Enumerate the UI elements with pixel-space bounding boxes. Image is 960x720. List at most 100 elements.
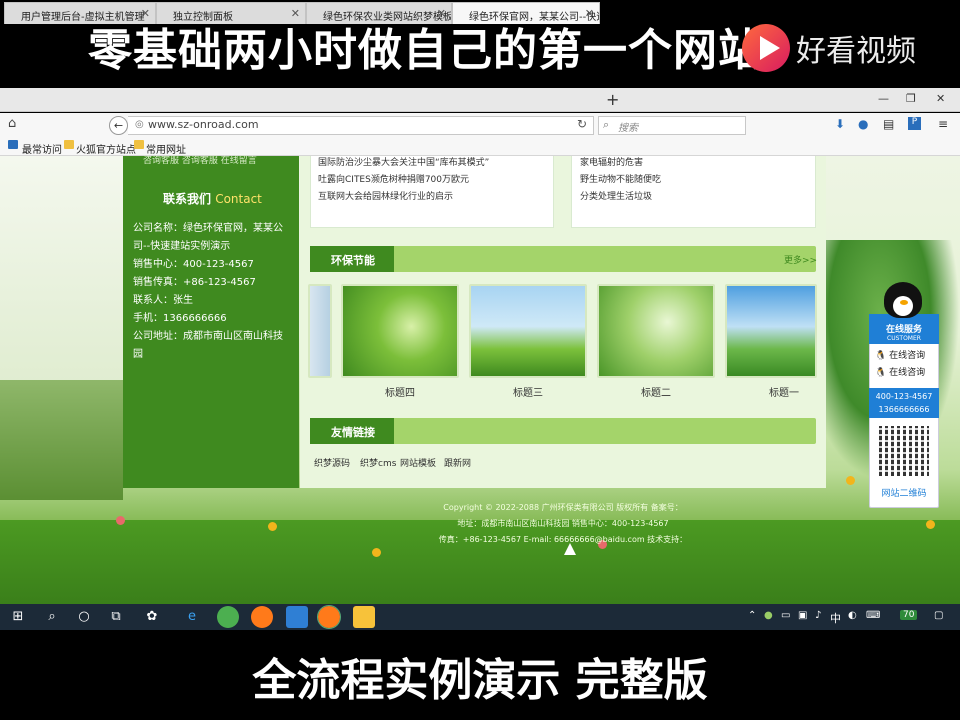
service-phone: 400-123-4567	[875, 392, 933, 401]
friend-link[interactable]: 网站模板	[400, 456, 436, 469]
chat-icon[interactable]: ●	[858, 117, 868, 131]
task-view-icon[interactable]: ⧉	[106, 607, 126, 627]
sidebar-links[interactable]: 咨询客服 咨询客服 在线留言	[143, 153, 257, 166]
thumb-image[interactable]	[469, 284, 587, 378]
edge-icon[interactable]: e	[182, 607, 202, 627]
restore-icon[interactable]: ❐	[906, 92, 916, 105]
sidebar-icon[interactable]: ▤	[883, 117, 894, 131]
search-placeholder: 搜索	[618, 123, 638, 134]
site-footer: Copyright © 2022-2088 广州环保类有限公司 版权所有 备案号…	[300, 500, 826, 548]
browser-360-icon[interactable]	[217, 606, 239, 628]
ime-indicator[interactable]: 中	[830, 610, 841, 626]
news-item[interactable]: 家电辐射的危害	[580, 155, 643, 168]
home-icon[interactable]: ⌂	[8, 116, 16, 131]
tab-label: 用户管理后台-虚拟主机管理	[21, 12, 145, 23]
download-icon[interactable]: ⬇	[835, 117, 845, 131]
footer-line: 传真：+86-123-4567 E-mail: 66666666@baidu.c…	[438, 535, 688, 544]
close-icon[interactable]: ✕	[585, 7, 594, 20]
contact-title: 联系我们 Contact	[163, 190, 262, 207]
app-icon[interactable]: ✿	[142, 607, 162, 627]
news-item[interactable]: 野生动物不能随便吃	[580, 172, 661, 185]
minimize-icon[interactable]: —	[878, 92, 889, 105]
news-item[interactable]: 吐露向CITES濒危树种捐赠700万欧元	[318, 172, 469, 185]
new-tab-icon[interactable]: +	[606, 90, 619, 109]
friend-link[interactable]: 织梦源码	[314, 456, 350, 469]
service-subtitle: CUSTOMER	[887, 335, 921, 342]
cortana-icon[interactable]: ○	[74, 607, 94, 627]
thumb-caption[interactable]: 标题四	[341, 384, 459, 399]
close-window-icon[interactable]: ✕	[936, 92, 945, 105]
keyboard-icon[interactable]: ⌨	[866, 610, 880, 621]
back-icon[interactable]: ←	[109, 116, 128, 135]
qr-label: 网站二维码	[881, 489, 927, 499]
logo-text: 好看视频	[796, 34, 916, 69]
bookmark-most-visited[interactable]: 最常访问	[22, 141, 62, 156]
service-mobile: 1366666666	[878, 405, 930, 414]
video-caption: 全流程实例演示 完整版	[252, 655, 708, 706]
contact-line: 销售中心：400-123-4567	[133, 259, 254, 270]
news-item[interactable]: 国际防治沙尘暴大会关注中国“库布其模式”	[318, 155, 489, 168]
tab-user-admin[interactable]: 用户管理后台-虚拟主机管理 ✕	[4, 2, 156, 24]
search-icon[interactable]: ⌕	[42, 607, 62, 627]
qq-consult-link[interactable]: 🐧 在线咨询	[875, 348, 925, 361]
tab-control-panel[interactable]: 独立控制面板 ✕	[156, 2, 306, 24]
tray-app2-icon[interactable]: ▣	[798, 610, 807, 621]
close-icon[interactable]: ✕	[141, 7, 150, 20]
tray-chevron-icon[interactable]: ⌃	[748, 610, 756, 621]
thumb-caption[interactable]: 标题二	[597, 384, 715, 399]
volume-icon[interactable]: ♪	[815, 610, 821, 621]
consult-label: 在线咨询	[889, 368, 926, 378]
left-hill	[0, 380, 123, 500]
tray-app-icon[interactable]: ●	[764, 610, 773, 621]
thumb-image[interactable]	[341, 284, 459, 378]
friend-link[interactable]: 织梦cms	[360, 456, 396, 469]
start-icon[interactable]: ⊞	[8, 607, 28, 627]
reload-icon[interactable]: ↻	[577, 117, 587, 131]
tab-template[interactable]: 绿色环保农业类网站织梦模板(带 ✕	[306, 2, 452, 24]
notification-badge[interactable]: 70	[900, 610, 918, 620]
tab-label: 绿色环保农业类网站织梦模板(带	[323, 12, 452, 23]
menu-icon[interactable]: ≡	[938, 117, 948, 131]
app-emoji-icon[interactable]	[353, 606, 375, 628]
qr-code-pattern	[879, 426, 929, 476]
firefox-icon[interactable]	[251, 606, 273, 628]
tab-label: 绿色环保官网，某某公司--快速	[469, 12, 600, 23]
tray-network-icon[interactable]: ▭	[781, 610, 790, 621]
thumb-caption[interactable]: 标题三	[469, 384, 587, 399]
thumb-caption[interactable]: 标题一	[725, 384, 843, 399]
news-item[interactable]: 互联网大会给园林绿化行业的启示	[318, 189, 453, 202]
thumb-image[interactable]	[597, 284, 715, 378]
firefox-active-icon[interactable]	[317, 605, 341, 629]
contact-line: 联系人：张生	[133, 295, 193, 306]
globe-icon: ◎	[135, 119, 144, 130]
close-icon[interactable]: ✕	[291, 7, 300, 20]
flower	[116, 516, 125, 525]
section-title-energy[interactable]: 环保节能	[310, 246, 394, 272]
bookmark-firefox[interactable]: 火狐官方站点	[76, 141, 136, 156]
service-phones: 400-123-4567 1366666666	[869, 388, 939, 418]
more-link[interactable]: 更多>>	[784, 253, 817, 266]
tab-green-site[interactable]: 绿色环保官网，某某公司--快速 ✕	[452, 2, 600, 24]
contact-line: 手机：1366666666	[133, 313, 227, 324]
contact-line: 销售传真：+86-123-4567	[133, 277, 256, 288]
left-scenery	[0, 156, 123, 396]
friend-link[interactable]: 跟新网	[444, 456, 471, 469]
folder-icon	[64, 140, 74, 149]
news-item[interactable]: 分类处理生活垃圾	[580, 189, 652, 202]
ime-mode-icon[interactable]: ◐	[848, 610, 857, 621]
close-icon[interactable]: ✕	[437, 7, 446, 20]
flower	[268, 522, 277, 531]
thumb-partial[interactable]	[308, 284, 332, 378]
section-title-links[interactable]: 友情链接	[310, 418, 394, 444]
service-title: 在线服务	[885, 325, 922, 335]
word-icon[interactable]	[286, 606, 308, 628]
contact-title-en: Contact	[215, 192, 262, 206]
footer-line: 地址：成都市南山区南山科技园 销售中心：400-123-4567	[457, 519, 669, 528]
pocket-icon[interactable]: P	[908, 117, 921, 130]
action-center-icon[interactable]: ▢	[934, 610, 943, 621]
qq-consult-link[interactable]: 🐧 在线咨询	[875, 365, 925, 378]
thumb-image[interactable]	[725, 284, 817, 378]
contact-line: 司--快速建站实例演示	[133, 241, 231, 252]
service-header: 在线服务 CUSTOMER	[869, 314, 939, 344]
contact-title-cn: 联系我们	[163, 192, 212, 206]
